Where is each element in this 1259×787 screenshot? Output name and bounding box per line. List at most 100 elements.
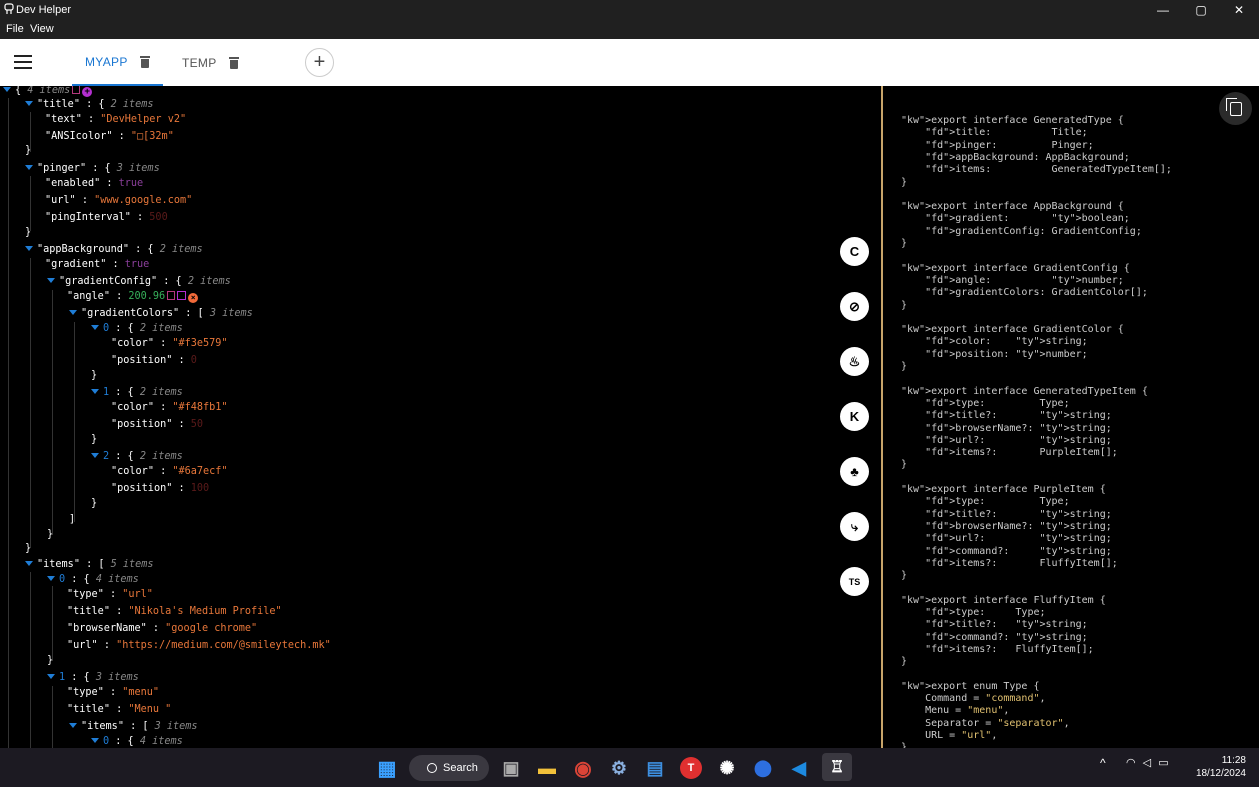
minimize-button[interactable]: — xyxy=(1144,0,1182,20)
tab-myapp[interactable]: MYAPP xyxy=(72,39,163,86)
collapse-toggle-icon[interactable] xyxy=(69,723,77,728)
add-tab-button[interactable]: + xyxy=(305,48,334,77)
item-count: 4 items xyxy=(95,574,139,585)
json-node[interactable]: "enabled" : true xyxy=(45,177,143,191)
maximize-button[interactable]: ▢ xyxy=(1182,0,1220,20)
json-node[interactable]: "position" : 0 xyxy=(111,354,197,368)
json-node[interactable]: 2 : { 2 items xyxy=(91,450,183,464)
csharp-icon[interactable]: C xyxy=(840,237,869,266)
json-value: 500 xyxy=(149,212,168,223)
json-node[interactable]: "items" : [ 5 items xyxy=(25,558,154,572)
json-node[interactable]: 0 : { 2 items xyxy=(91,322,183,336)
json-value: 0 xyxy=(190,355,197,366)
json-editor-panel[interactable]: { 4 items + "title" : { 2 items "text" : … xyxy=(0,86,881,748)
json-node[interactable]: "position" : 50 xyxy=(111,418,203,432)
json-value: "□[32m" xyxy=(130,131,174,142)
menu-view[interactable]: View xyxy=(30,23,54,35)
json-node[interactable]: "browserName" : "google chrome" xyxy=(67,622,257,636)
collapse-toggle-icon[interactable] xyxy=(25,246,33,251)
collapse-toggle-icon[interactable] xyxy=(91,325,99,330)
edit-node-icon[interactable] xyxy=(177,291,187,300)
collapse-toggle-icon[interactable] xyxy=(3,87,11,92)
json-node[interactable]: "position" : 100 xyxy=(111,482,209,496)
json-node[interactable]: "color" : "#f3e579" xyxy=(111,337,228,351)
add-node-icon[interactable]: + xyxy=(82,87,93,97)
clock[interactable]: 11:28 18/12/2024 xyxy=(1186,755,1246,779)
json-node[interactable]: "title" : { 2 items xyxy=(25,98,154,112)
item-count: 3 items xyxy=(95,672,139,683)
json-node[interactable]: "gradientConfig" : { 2 items xyxy=(47,275,231,289)
json-node[interactable]: "url" : "https://medium.com/@smileytech.… xyxy=(67,639,331,653)
ts-code-line: } xyxy=(901,238,908,249)
chatgpt-icon[interactable]: ✺ xyxy=(716,757,738,779)
json-node[interactable]: "title" : "Nikola's Medium Profile" xyxy=(67,605,282,619)
ts-code-line: "fd">title: Title; xyxy=(925,127,1088,139)
json-node[interactable]: "items" : [ 3 items xyxy=(69,720,198,734)
kotlin-icon[interactable]: K xyxy=(840,402,869,431)
swift-icon[interactable]: ⤷ xyxy=(840,512,869,541)
tab-temp[interactable]: TEMP xyxy=(170,39,251,86)
copy-output-button[interactable] xyxy=(1219,92,1252,125)
json-node[interactable]: "title" : "Menu " xyxy=(67,703,171,717)
collapse-toggle-icon[interactable] xyxy=(25,165,33,170)
json-node[interactable]: "pingInterval" : 500 xyxy=(45,211,168,225)
json-node[interactable]: "color" : "#6a7ecf" xyxy=(111,465,228,479)
java-icon[interactable]: ♨ xyxy=(840,347,869,376)
ts-code-line: Separator = "separator", xyxy=(901,717,1070,729)
collapse-toggle-icon[interactable] xyxy=(91,389,99,394)
json-node[interactable]: "angle" : 200.96 × xyxy=(67,290,199,304)
file-explorer-icon[interactable]: ▬ xyxy=(536,757,558,779)
hamburger-menu-icon[interactable] xyxy=(14,55,32,69)
dart-icon[interactable]: ♣ xyxy=(840,457,869,486)
windows-start-icon[interactable]: ▦ xyxy=(376,757,398,780)
json-node[interactable]: "gradient" : true xyxy=(45,258,149,272)
tray-chevron-icon[interactable]: ^ xyxy=(1100,756,1106,770)
copy-node-icon[interactable] xyxy=(167,291,176,300)
close-button[interactable]: ✕ xyxy=(1220,0,1258,20)
menu-file[interactable]: File xyxy=(6,23,24,35)
tray-icons[interactable]: ◠ ◁ ▭ xyxy=(1126,756,1186,769)
vscode-icon[interactable]: ◀ xyxy=(788,757,810,779)
json-value: "url" xyxy=(122,589,153,600)
json-node[interactable]: "type" : "url" xyxy=(67,588,153,602)
collapse-toggle-icon[interactable] xyxy=(47,278,55,283)
chrome-icon[interactable]: ◉ xyxy=(572,757,594,780)
go-icon[interactable]: ⊘ xyxy=(840,292,869,321)
devhelper-taskbar-icon[interactable]: ♖ xyxy=(822,753,852,781)
delete-tab-icon[interactable] xyxy=(228,56,239,69)
json-value: "https://medium.com/@smileytech.mk" xyxy=(116,640,331,651)
typescript-icon[interactable]: TS xyxy=(840,567,869,596)
collapse-toggle-icon[interactable] xyxy=(91,738,99,743)
collapse-toggle-icon[interactable] xyxy=(25,101,33,106)
json-node[interactable]: "gradientColors" : [ 3 items xyxy=(69,307,253,321)
json-node[interactable]: "pinger" : { 3 items xyxy=(25,162,160,176)
json-key: position xyxy=(117,483,167,494)
collapse-toggle-icon[interactable] xyxy=(47,576,55,581)
json-root-line[interactable]: { 4 items + xyxy=(3,86,93,98)
collapse-toggle-icon[interactable] xyxy=(25,561,33,566)
json-node[interactable]: 0 : { 4 items xyxy=(91,735,183,748)
json-node[interactable]: "text" : "DevHelper v2" xyxy=(45,113,186,127)
delete-tab-icon[interactable] xyxy=(139,55,150,68)
json-node[interactable]: "color" : "#f48fb1" xyxy=(111,401,228,415)
ts-code-line: "fd">gradientConfig: GradientConfig; xyxy=(925,225,1142,237)
store-icon[interactable]: ▤ xyxy=(644,757,666,779)
json-node[interactable]: "appBackground" : { 2 items xyxy=(25,243,203,257)
json-node[interactable]: 0 : { 4 items xyxy=(47,573,139,587)
json-node[interactable]: 1 : { 3 items xyxy=(47,671,139,685)
collapse-toggle-icon[interactable] xyxy=(47,674,55,679)
taskbar-search[interactable]: Search xyxy=(409,755,489,781)
t-app-icon[interactable]: T xyxy=(680,757,702,779)
maps-icon[interactable]: ⬤ xyxy=(752,757,774,779)
json-node[interactable]: "url" : "www.google.com" xyxy=(45,194,192,208)
collapse-toggle-icon[interactable] xyxy=(69,310,77,315)
collapse-toggle-icon[interactable] xyxy=(91,453,99,458)
json-node[interactable]: 1 : { 2 items xyxy=(91,386,183,400)
delete-node-icon[interactable]: × xyxy=(188,293,199,303)
ts-code-line: "fd">browserName?: "ty">string; xyxy=(925,520,1112,532)
task-view-icon[interactable]: ▣ xyxy=(500,757,522,779)
json-node[interactable]: "type" : "menu" xyxy=(67,686,159,700)
settings-icon[interactable]: ⚙ xyxy=(608,757,630,779)
copy-node-icon[interactable] xyxy=(72,86,81,94)
json-node[interactable]: "ANSIcolor" : "□[32m" xyxy=(45,130,174,144)
